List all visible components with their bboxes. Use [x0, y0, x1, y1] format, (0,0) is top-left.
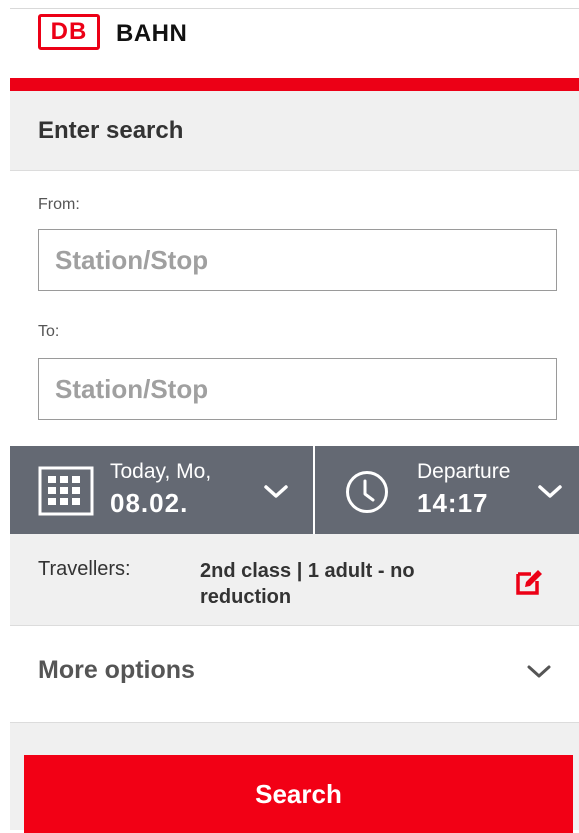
time-selector[interactable]: Departure 14:17 [315, 446, 579, 534]
date-selector[interactable]: Today, Mo, 08.02. [10, 446, 313, 534]
from-station-input[interactable] [38, 229, 557, 291]
db-logo[interactable]: DB [38, 14, 100, 50]
search-panel-header: Enter search [10, 91, 579, 171]
from-label: From: [38, 196, 80, 213]
date-value: 08.02. [110, 488, 189, 518]
more-options-row[interactable]: More options [10, 626, 579, 722]
brand-name: BAHN [116, 20, 188, 47]
to-station-input[interactable] [38, 358, 557, 420]
departure-time-value: 14:17 [417, 488, 489, 518]
edit-icon[interactable] [515, 568, 545, 596]
clock-icon [346, 471, 388, 513]
time-chevron-down-icon [538, 485, 562, 498]
travellers-row[interactable]: Travellers: 2nd class | 1 adult - no red… [10, 534, 579, 626]
date-chevron-down-icon [264, 485, 288, 498]
more-options-label: More options [38, 656, 195, 684]
search-panel-title: Enter search [38, 117, 184, 144]
search-button[interactable]: Search [24, 755, 573, 833]
chevron-down-icon [527, 665, 551, 678]
calendar-icon [38, 466, 94, 516]
travellers-label: Travellers: [38, 558, 131, 580]
departure-mode-label: Departure [417, 460, 511, 483]
brand-red-bar [10, 78, 579, 91]
date-day-label: Today, Mo, [110, 460, 212, 483]
travellers-value: 2nd class | 1 adult - no reduction [200, 560, 415, 608]
to-label: To: [38, 323, 60, 340]
app-header: DB BAHN [0, 0, 579, 78]
